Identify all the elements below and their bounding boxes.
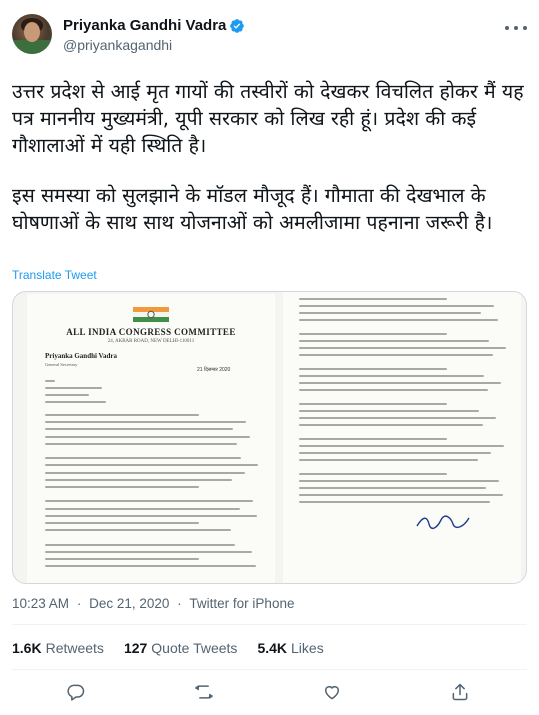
letter-text-line — [45, 442, 237, 445]
quote-tweets-stat[interactable]: 127 Quote Tweets — [124, 640, 238, 656]
tweet-source[interactable]: Twitter for iPhone — [189, 596, 294, 611]
tweet-text: उत्तर प्रदेश से आई मृत गायों की तस्वीरों… — [12, 78, 527, 259]
reply-icon — [67, 684, 85, 701]
tweet-actions — [0, 680, 539, 704]
retweet-button[interactable] — [192, 680, 216, 704]
retweets-stat[interactable]: 1.6K Retweets — [12, 640, 104, 656]
letter-address: 24, AKBAR ROAD, NEW DELHI-110011 — [107, 339, 195, 344]
letter-text-line — [299, 340, 489, 342]
author-display-name[interactable]: Priyanka Gandhi Vadra — [63, 17, 226, 34]
letter-text-line — [45, 550, 252, 553]
author-handle[interactable]: @priyankagandhi — [63, 37, 172, 53]
letter-text-line — [45, 565, 256, 568]
tweet-paragraph-1: उत्तर प्रदेश से आई मृत गायों की तस्वीरों… — [12, 80, 524, 157]
tweet-date[interactable]: Dec 21, 2020 — [89, 596, 169, 611]
letter-text-line — [299, 298, 447, 300]
letter-text-line — [45, 558, 199, 560]
letter-page-1: ALL INDIA CONGRESS COMMITTEE 24, AKBAR R… — [27, 294, 275, 583]
letter-text-line — [45, 522, 199, 524]
tweet-media-image[interactable]: ALL INDIA CONGRESS COMMITTEE 24, AKBAR R… — [12, 291, 527, 584]
retweets-label: Retweets — [45, 640, 104, 656]
quote-tweets-label: Quote Tweets — [151, 640, 238, 656]
letter-date: 21 दिसम्बर 2020 — [197, 367, 231, 373]
likes-stat[interactable]: 5.4K Likes — [257, 640, 323, 656]
letter-text-line — [299, 501, 490, 503]
retweets-count: 1.6K — [12, 640, 42, 656]
letter-text-line — [45, 428, 233, 431]
tweet-meta: 10:23 AM · Dec 21, 2020 · Twitter for iP… — [12, 596, 294, 611]
letter-text-line — [45, 478, 232, 481]
letter-text-line — [45, 401, 106, 403]
quote-tweets-count: 127 — [123, 640, 148, 656]
more-icon[interactable] — [505, 22, 527, 34]
letter-text-line — [45, 387, 102, 389]
letter-text-line — [45, 529, 231, 532]
letter-text-line — [299, 452, 491, 454]
letter-text-line — [299, 389, 488, 391]
letter-text-line — [45, 414, 199, 416]
tweet-paragraph-2: इस समस्या को सुलझाने के मॉडल मौजूद हैं। … — [12, 184, 493, 234]
letter-sender-title: General Secretary — [45, 362, 78, 367]
translate-tweet-link[interactable]: Translate Tweet — [12, 268, 97, 282]
letter-text-line — [299, 333, 447, 335]
letter-text-line — [299, 312, 481, 314]
letter-page-2 — [283, 292, 521, 583]
letter-text-line — [299, 473, 447, 475]
letter-sender: Priyanka Gandhi Vadra — [45, 352, 117, 360]
letter-text-line — [299, 382, 501, 384]
letter-text-line — [299, 368, 447, 370]
letter-text-line — [45, 486, 199, 488]
letter-text-line — [299, 375, 484, 377]
letter-text-line — [45, 471, 245, 474]
letter-text-line — [45, 457, 241, 460]
likes-label: Likes — [291, 640, 324, 656]
letter-text-line — [299, 459, 478, 461]
divider — [12, 624, 527, 625]
reply-button[interactable] — [64, 680, 88, 704]
share-button[interactable] — [448, 680, 472, 704]
letter-text-line — [45, 514, 257, 517]
letter-text-line — [299, 305, 494, 307]
letter-text-line — [299, 487, 486, 489]
share-icon — [452, 683, 468, 701]
letter-text-line — [299, 480, 499, 482]
letter-text-line — [299, 319, 498, 321]
signature-image — [416, 515, 470, 530]
letter-text-line — [45, 435, 250, 438]
letter-text-line — [299, 424, 483, 426]
letter-text-line — [45, 421, 246, 424]
letter-text-line — [299, 354, 493, 356]
letter-text-line — [299, 438, 447, 440]
letter-text-line — [299, 347, 506, 349]
letter-text-line — [299, 403, 447, 405]
tweet-header: Priyanka Gandhi Vadra @priyankagandhi — [0, 0, 539, 66]
letter-text-line — [299, 494, 503, 496]
author-name-row: Priyanka Gandhi Vadra — [63, 17, 245, 34]
letter-text-line — [45, 464, 258, 467]
letter-text-line — [45, 380, 55, 382]
letter-text-line — [45, 543, 235, 546]
divider — [12, 669, 527, 670]
avatar[interactable] — [12, 14, 52, 54]
letter-org-name: ALL INDIA CONGRESS COMMITTEE — [66, 327, 236, 337]
letter-text-line — [45, 507, 240, 510]
heart-icon — [325, 686, 339, 700]
verified-icon — [230, 18, 245, 33]
like-button[interactable] — [320, 680, 344, 704]
meta-separator: · — [76, 596, 82, 611]
letter-text-line — [299, 410, 479, 412]
letter-text-line — [299, 417, 496, 419]
letter-text-line — [45, 394, 89, 396]
letter-text-line — [45, 500, 253, 503]
tweet-stats: 1.6K Retweets 127 Quote Tweets 5.4K Likes — [12, 640, 324, 656]
letter-text-line — [299, 445, 504, 447]
tweet-time[interactable]: 10:23 AM — [12, 596, 69, 611]
likes-count: 5.4K — [257, 640, 288, 656]
congress-logo-icon — [133, 307, 169, 322]
meta-separator-2: · — [177, 596, 182, 611]
retweet-icon — [195, 685, 213, 699]
